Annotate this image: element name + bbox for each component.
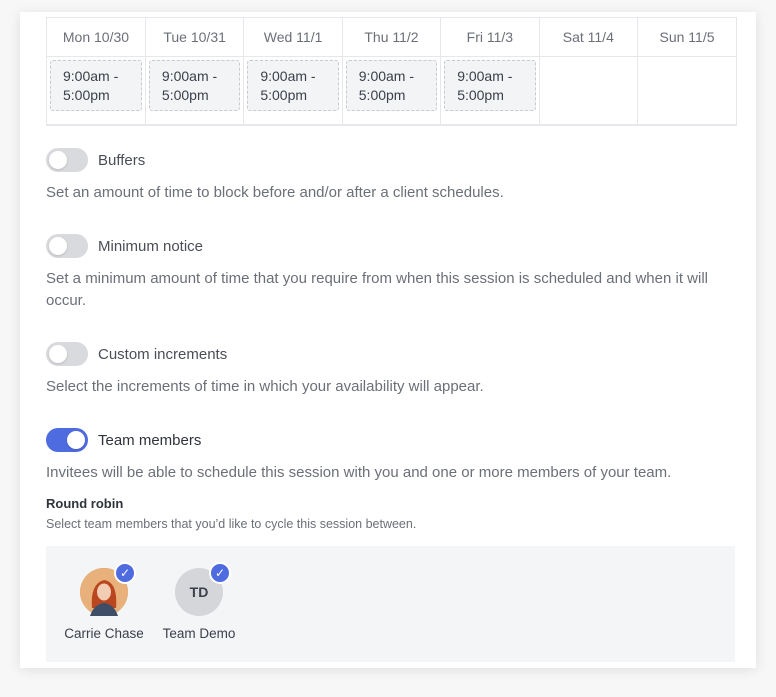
day-header: Sun 11/5	[637, 18, 736, 57]
time-slot[interactable]: 9:00am - 5:00pm	[345, 60, 438, 111]
day-cell[interactable]: 9:00am - 5:00pm	[342, 56, 442, 124]
toggle-knob	[49, 237, 67, 255]
custom-increments-setting: Custom increments Select the increments …	[46, 342, 736, 398]
day-header: Sat 11/4	[539, 18, 639, 57]
custom-increments-label: Custom increments	[98, 345, 228, 363]
buffers-description: Set an amount of time to block before an…	[46, 184, 504, 201]
availability-schedule: Mon 10/30 Tue 10/31 Wed 11/1 Thu 11/2 Fr…	[46, 17, 737, 126]
team-members-label: Team members	[98, 431, 202, 449]
day-cell[interactable]: 9:00am - 5:00pm	[243, 56, 343, 124]
team-members-description: Invitees will be able to schedule this s…	[46, 464, 672, 481]
avatar[interactable]: TD ✓	[175, 562, 231, 616]
day-header: Fri 11/3	[440, 18, 540, 57]
team-member-team-demo[interactable]: TD ✓ Team Demo	[149, 562, 249, 641]
time-slot[interactable]: 9:00am - 5:00pm	[247, 60, 339, 111]
day-cell[interactable]: 9:00am - 5:00pm	[47, 56, 146, 124]
buffers-setting: Buffers Set an amount of time to block b…	[46, 148, 736, 204]
check-icon: ✓	[209, 562, 231, 584]
settings-card: Mon 10/30 Tue 10/31 Wed 11/1 Thu 11/2 Fr…	[20, 12, 756, 668]
minimum-notice-toggle[interactable]	[46, 234, 88, 258]
day-cell[interactable]: 9:00am - 5:00pm	[145, 56, 245, 124]
day-cell-empty[interactable]	[638, 57, 736, 125]
day-header: Wed 11/1	[243, 18, 343, 57]
time-slot[interactable]: 9:00am - 5:00pm	[444, 60, 536, 111]
toggle-knob	[49, 151, 67, 169]
time-slot[interactable]: 9:00am - 5:00pm	[148, 60, 241, 111]
toggle-knob	[67, 431, 85, 449]
buffers-toggle[interactable]	[46, 148, 88, 172]
day-header: Tue 10/31	[145, 18, 245, 57]
avatar[interactable]: ✓	[80, 562, 136, 616]
day-header: Thu 11/2	[342, 18, 442, 57]
buffers-label: Buffers	[98, 151, 146, 169]
custom-increments-description: Select the increments of time in which y…	[46, 378, 484, 395]
team-member-carrie-chase[interactable]: ✓ Carrie Chase	[54, 562, 154, 641]
member-name: Carrie Chase	[64, 626, 144, 641]
minimum-notice-label: Minimum notice	[98, 237, 204, 255]
team-members-toggle[interactable]	[46, 428, 88, 452]
round-robin-title: Round robin	[46, 496, 124, 511]
member-name: Team Demo	[162, 626, 236, 641]
day-header: Mon 10/30	[47, 18, 146, 57]
custom-increments-toggle[interactable]	[46, 342, 88, 366]
time-slot[interactable]: 9:00am - 5:00pm	[50, 60, 142, 111]
minimum-notice-description: Set a minimum amount of time that you re…	[46, 270, 708, 309]
toggle-knob	[49, 345, 67, 363]
check-icon: ✓	[114, 562, 136, 584]
round-robin-subtitle: Select team members that you’d like to c…	[46, 517, 417, 531]
team-members-setting: Team members Invitees will be able to sc…	[46, 428, 736, 484]
avatar-initials: TD	[189, 584, 209, 600]
minimum-notice-setting: Minimum notice Set a minimum amount of t…	[46, 234, 736, 312]
day-cell-empty[interactable]	[539, 56, 639, 124]
day-cell[interactable]: 9:00am - 5:00pm	[440, 56, 540, 124]
team-member-panel: ✓ Carrie Chase TD ✓ Team Demo	[46, 546, 735, 662]
